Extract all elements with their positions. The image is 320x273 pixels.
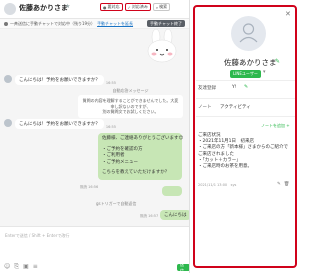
emoji-icon[interactable]: ☺	[4, 263, 10, 271]
resolved-button[interactable]: ✓ 対応済み	[124, 3, 151, 11]
outgoing-message[interactable]: こんにちは	[160, 210, 189, 220]
attach-icon[interactable]: ⎘	[14, 263, 19, 271]
note-card[interactable]: ご来店状況 ・2021年11月1日 初来店 ・ご来店の方「新本様」さまからのご紹…	[198, 133, 293, 170]
send-button[interactable]: 送信	[177, 262, 189, 273]
message-time: 16:55	[105, 125, 116, 129]
search-button[interactable]: ⌕ 検索	[152, 3, 171, 11]
message-time: 16:55	[105, 81, 116, 85]
divider	[196, 116, 295, 117]
note-timestamp: 2021/11/1 13:00 sys	[198, 183, 237, 187]
avatar	[4, 119, 12, 127]
line-user-badge[interactable]: LINEユーザー	[230, 70, 261, 78]
add-note-button[interactable]: ノートを追加 +	[261, 123, 290, 129]
edit-icon[interactable]: ✎	[244, 84, 248, 90]
outgoing-message[interactable]: 佐藤様、ご連絡ありがとうございます😊 ・ご予約を確認の方 ・ご利用者 ・ご予約メ…	[98, 133, 183, 180]
avatar	[4, 75, 12, 83]
image-icon[interactable]: ▣	[23, 263, 29, 271]
profile-avatar	[231, 16, 266, 51]
field-value: Y!	[232, 85, 237, 90]
profile-name: 佐藤あかりさま	[224, 58, 277, 67]
message-row: こんにちは！予約をお願いできますか？ 16:55	[4, 119, 116, 129]
message-composer[interactable]: Enterで送信 / Shift + Enterで改行 ☺ ⎘ ▣ ≡ 送信	[0, 226, 189, 273]
avatar[interactable]	[4, 3, 16, 15]
message-row: こんにちは！予約をお願いできますか？ 16:55	[4, 75, 116, 85]
field-label: ノート	[198, 105, 212, 110]
incoming-message[interactable]: こんにちは！予約をお願いできますか？	[15, 75, 104, 85]
divider	[196, 98, 295, 99]
extend-manual-chat-link[interactable]: 手動チャットを延長	[97, 21, 133, 27]
check-icon: ✓	[127, 4, 131, 10]
close-icon[interactable]: ✕	[285, 10, 291, 18]
auto-reply-label: 自動応答メッセージ	[112, 88, 149, 93]
divider	[196, 80, 295, 81]
message-meta: 既読 16:56	[80, 185, 99, 189]
rabbit-sticker	[147, 29, 177, 63]
incoming-message[interactable]: こんにちは！予約をお願いできますか？	[15, 119, 104, 129]
info-icon	[4, 21, 8, 26]
field-label: 友達登録	[198, 86, 216, 91]
outgoing-sticker-placeholder	[162, 186, 182, 196]
template-icon[interactable]: ≡	[33, 263, 38, 271]
chat-header: 佐藤あかりさま ★ ● 要対応 ✓ 対応済み ⌕ 検索	[0, 0, 189, 19]
message-meta: 既読 16:57	[140, 214, 159, 218]
edit-icon[interactable]: ✎	[277, 182, 281, 187]
search-icon: ⌕	[155, 4, 159, 10]
trash-icon[interactable]: 🗑	[284, 182, 290, 187]
chat-icon: ●	[103, 4, 107, 10]
star-icon[interactable]: ★	[65, 3, 70, 10]
edit-icon[interactable]: ✎	[275, 58, 280, 65]
needs-response-button[interactable]: ● 要対応	[100, 3, 123, 11]
chat-pane: 佐藤あかりさま ★ ● 要対応 ✓ 対応済み ⌕ 検索 一斉送信に手動チャットで…	[0, 0, 190, 273]
end-manual-chat-button[interactable]: 手動チャット終了	[147, 20, 185, 27]
chevron-down-icon[interactable]: ▾	[263, 69, 266, 75]
tab-activity[interactable]: アクティビティ	[220, 104, 251, 110]
auto-reply-card: 自動応答メッセージ 質問の内容を理解することができませんでした。大変申し訳ないの…	[78, 88, 183, 118]
chat-user-name: 佐藤あかりさま	[19, 4, 68, 12]
auto-reply-body: 質問の内容を理解することができませんでした。大変申し訳ないのですが、 別の質問文…	[78, 95, 183, 118]
message-input[interactable]: Enterで送信 / Shift + Enterで改行	[5, 233, 69, 239]
user-icon	[239, 23, 258, 43]
auto-reply-tag: gsトリガーで自動返信	[96, 201, 137, 206]
